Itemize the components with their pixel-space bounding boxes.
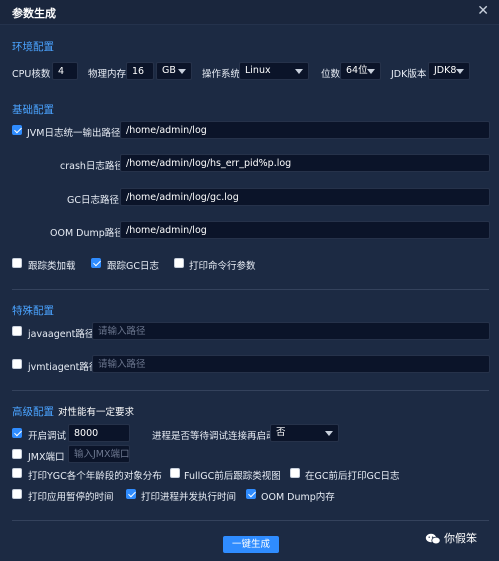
print-cmd-checkbox[interactable] bbox=[174, 258, 184, 268]
javaagent-checkbox[interactable] bbox=[12, 326, 22, 336]
trace-class-label: 跟踪类加载 bbox=[28, 261, 76, 272]
os-select[interactable]: Linux bbox=[239, 62, 309, 80]
jdk-value: JDK8 bbox=[434, 65, 457, 76]
memory-unit-select[interactable]: GB bbox=[156, 62, 192, 80]
crash-log-input[interactable]: /home/admin/log/hs_err_pid%p.log bbox=[120, 154, 490, 172]
chevron-down-icon bbox=[367, 69, 375, 74]
basic-section-title: 基础配置 bbox=[12, 104, 54, 116]
cpu-label: CPU核数 bbox=[12, 69, 51, 80]
cpu-input[interactable]: 4 bbox=[52, 62, 78, 80]
chevron-down-icon bbox=[295, 69, 303, 74]
footer-divider bbox=[12, 520, 489, 521]
chevron-down-icon bbox=[178, 69, 186, 74]
jmx-port-input[interactable]: 输入JMX端口 bbox=[68, 445, 130, 463]
dialog-titlebar: 参数生成 ✕ bbox=[0, 0, 499, 25]
dialog-title: 参数生成 bbox=[12, 7, 56, 20]
bits-value: 64位 bbox=[346, 65, 368, 76]
env-section-title: 环境配置 bbox=[12, 41, 54, 53]
wechat-icon bbox=[425, 533, 441, 545]
crash-log-label: crash日志路径 bbox=[60, 161, 124, 172]
jvmtiagent-label: jvmtiagent路径 bbox=[28, 362, 99, 373]
os-label: 操作系统 bbox=[202, 69, 241, 80]
concurrent-time-label: 打印进程并发执行时间 bbox=[141, 492, 237, 503]
bits-select[interactable]: 64位 bbox=[340, 62, 381, 80]
advanced-section-title: 高级配置 对性能有一定要求 bbox=[12, 404, 134, 419]
trace-gc-checkbox[interactable] bbox=[91, 258, 101, 268]
bits-label: 位数 bbox=[321, 69, 341, 80]
gc-log-input[interactable]: /home/admin/log/gc.log bbox=[120, 188, 490, 206]
memory-unit-value: GB bbox=[162, 65, 176, 76]
advanced-section-label: 高级配置 bbox=[12, 406, 54, 418]
os-value: Linux bbox=[245, 65, 271, 76]
concurrent-time-checkbox[interactable] bbox=[126, 489, 136, 499]
jvmtiagent-checkbox[interactable] bbox=[12, 359, 22, 369]
memory-label: 物理内存 bbox=[88, 69, 127, 80]
pause-time-label: 打印应用暂停的时间 bbox=[28, 492, 114, 503]
wait-debug-label: 进程是否等待调试连接再启动 bbox=[152, 431, 276, 442]
chevron-down-icon bbox=[325, 431, 333, 436]
trace-gc-label: 跟踪GC日志 bbox=[107, 261, 159, 272]
jdk-label: JDK版本 bbox=[391, 69, 427, 80]
ygc-checkbox[interactable] bbox=[12, 468, 22, 478]
gc-log-print-checkbox[interactable] bbox=[290, 468, 300, 478]
watermark-text: 你假笨 bbox=[444, 532, 477, 545]
special-section-title: 特殊配置 bbox=[12, 305, 54, 317]
jvm-log-input[interactable]: /home/admin/log bbox=[120, 121, 490, 139]
ygc-label: 打印YGC各个年龄段的对象分布 bbox=[28, 471, 162, 482]
trace-class-checkbox[interactable] bbox=[12, 258, 22, 268]
chevron-down-icon bbox=[456, 69, 464, 74]
javaagent-input[interactable]: 请输入路径 bbox=[92, 322, 490, 340]
fullgc-checkbox[interactable] bbox=[170, 468, 180, 478]
performance-note: 对性能有一定要求 bbox=[58, 407, 135, 418]
jmx-label: JMX端口 bbox=[28, 452, 65, 463]
javaagent-label: javaagent路径 bbox=[28, 329, 95, 340]
generate-button[interactable]: 一键生成 bbox=[223, 536, 279, 553]
jvm-log-label: JVM日志统一输出路径 bbox=[27, 128, 121, 139]
wait-debug-select[interactable]: 否 bbox=[270, 424, 339, 442]
jmx-checkbox[interactable] bbox=[12, 449, 22, 459]
jvmtiagent-input[interactable]: 请输入路径 bbox=[92, 355, 490, 373]
oom-dump-checkbox[interactable] bbox=[246, 489, 256, 499]
watermark: 你假笨 bbox=[425, 530, 477, 546]
gc-log-print-label: 在GC前后打印GC日志 bbox=[305, 471, 400, 482]
debug-checkbox[interactable] bbox=[12, 428, 22, 438]
wait-debug-value: 否 bbox=[276, 427, 286, 438]
close-icon[interactable]: ✕ bbox=[477, 3, 489, 19]
debug-port-input[interactable]: 8000 bbox=[68, 424, 130, 442]
oom-path-input[interactable]: /home/admin/log bbox=[120, 221, 490, 239]
fullgc-label: FullGC前后跟踪类视图 bbox=[184, 471, 281, 482]
memory-input[interactable]: 16 bbox=[126, 62, 154, 80]
jdk-select[interactable]: JDK8 bbox=[428, 62, 470, 80]
debug-label: 开启调试 bbox=[28, 431, 67, 442]
section-divider bbox=[12, 289, 489, 290]
gc-log-label: GC日志路径 bbox=[67, 195, 119, 206]
section-divider bbox=[12, 390, 489, 391]
print-cmd-label: 打印命令行参数 bbox=[189, 261, 256, 272]
oom-path-label: OOM Dump路径 bbox=[50, 228, 124, 239]
jvm-log-checkbox[interactable] bbox=[12, 125, 22, 135]
pause-time-checkbox[interactable] bbox=[12, 489, 22, 499]
oom-dump-label: OOM Dump内存 bbox=[261, 492, 335, 503]
